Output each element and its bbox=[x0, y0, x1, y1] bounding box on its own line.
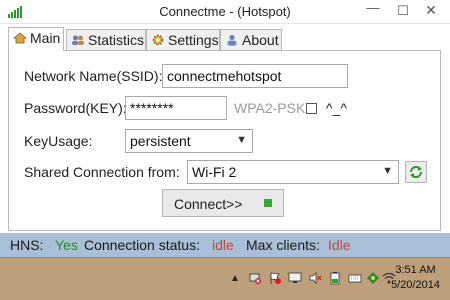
show-hidden-icons-icon[interactable]: ▲ bbox=[230, 273, 240, 284]
network-name-input[interactable]: connectmehotspot bbox=[162, 64, 348, 88]
connect-button-label: Connect>> bbox=[174, 196, 243, 212]
battery-icon[interactable] bbox=[328, 271, 342, 285]
show-password-label: ^_^ bbox=[326, 100, 347, 116]
clock-time: 3:51 AM bbox=[395, 264, 436, 276]
key-usage-select[interactable]: persistent ▼ bbox=[125, 129, 253, 153]
chevron-down-icon: ▼ bbox=[236, 134, 247, 146]
tab-settings-label: Settings bbox=[168, 32, 219, 48]
hns-value: Yes bbox=[55, 237, 78, 253]
window-title: Connectme - (Hotspot) bbox=[159, 4, 291, 19]
refresh-icon bbox=[410, 166, 422, 178]
status-bar: HNS: Yes Connection status: idle Max cli… bbox=[0, 233, 450, 257]
key-usage-value: persistent bbox=[130, 133, 191, 149]
minimize-button[interactable]: — bbox=[364, 0, 382, 15]
clock-date: 5/20/2014 bbox=[391, 279, 440, 291]
flag-icon[interactable] bbox=[268, 271, 282, 285]
chevron-down-icon: ▼ bbox=[382, 165, 393, 177]
monitor-icon[interactable] bbox=[288, 271, 302, 285]
password-input[interactable]: ******** bbox=[125, 96, 227, 120]
gear-icon bbox=[152, 34, 164, 46]
show-password-checkbox[interactable] bbox=[306, 103, 317, 114]
keyboard-icon[interactable] bbox=[348, 271, 362, 285]
max-clients-label: Max clients: bbox=[246, 237, 320, 253]
connect-button[interactable]: Connect>> bbox=[162, 189, 284, 217]
volume-muted-icon[interactable] bbox=[308, 271, 322, 285]
home-icon bbox=[13, 32, 27, 44]
connection-indicator-icon bbox=[264, 199, 272, 207]
tab-about[interactable]: About bbox=[220, 29, 282, 50]
shared-connection-select[interactable]: Wi-Fi 2 ▼ bbox=[187, 160, 399, 184]
title-bar[interactable]: Connectme - (Hotspot) — ☐ ✕ bbox=[0, 0, 450, 24]
hns-label: HNS: bbox=[10, 237, 44, 253]
shared-connection-label: Shared Connection from: bbox=[24, 164, 180, 180]
refresh-button[interactable] bbox=[405, 161, 427, 183]
connection-status-label: Connection status: bbox=[84, 237, 200, 253]
tab-settings[interactable]: Settings bbox=[146, 29, 220, 50]
network-name-label: Network Name(SSID): bbox=[24, 68, 163, 84]
password-label: Password(KEY): bbox=[24, 100, 127, 116]
tab-statistics-label: Statistics bbox=[88, 32, 145, 48]
user-icon bbox=[227, 34, 237, 46]
system-clock[interactable]: 3:51 AM 5/20/2014 bbox=[391, 263, 440, 293]
close-button[interactable]: ✕ bbox=[422, 2, 440, 19]
tab-main[interactable]: Main bbox=[8, 27, 64, 51]
shared-connection-value: Wi-Fi 2 bbox=[192, 164, 237, 180]
network-warning-icon[interactable] bbox=[248, 271, 262, 285]
users-icon bbox=[72, 35, 84, 45]
max-clients-value: Idle bbox=[328, 237, 351, 253]
app-icon[interactable] bbox=[366, 271, 380, 285]
taskbar-divider bbox=[0, 257, 450, 258]
key-usage-label: KeyUsage: bbox=[24, 133, 93, 149]
maximize-button[interactable]: ☐ bbox=[394, 3, 412, 19]
main-panel: Network Name(SSID): connectmehotspot Pas… bbox=[8, 50, 441, 231]
tab-main-label: Main bbox=[30, 30, 61, 46]
tab-about-label: About bbox=[242, 32, 279, 48]
connection-status-value: idle bbox=[212, 237, 234, 253]
tab-statistics[interactable]: Statistics bbox=[66, 29, 146, 50]
security-type-label: WPA2-PSK bbox=[234, 100, 306, 116]
taskbar: ▲ 3:51 AM 5/20/2014 bbox=[0, 257, 450, 300]
